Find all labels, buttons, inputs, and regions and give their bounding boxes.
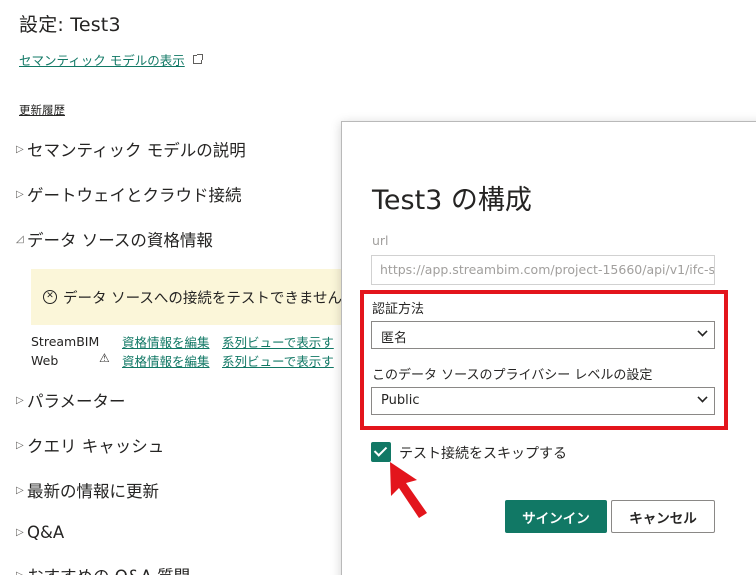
edit-credentials-link[interactable]: 資格情報を編集 bbox=[122, 351, 210, 370]
privacy-level-value: Public bbox=[381, 393, 420, 408]
red-arrow-annotation bbox=[390, 462, 427, 518]
section-label: データ ソースの資格情報 bbox=[27, 231, 213, 250]
section-featured-qna[interactable]: ▷ おすすめの Q&A 質問 bbox=[16, 563, 190, 575]
url-label: url bbox=[372, 233, 389, 248]
section-query-cache[interactable]: ▷ クエリ キャッシュ bbox=[16, 433, 164, 457]
section-qna[interactable]: ▷ Q&A bbox=[16, 523, 64, 542]
section-gateway-cloud-connections[interactable]: ▷ ゲートウェイとクラウド接続 bbox=[16, 182, 242, 206]
dismiss-circle-icon: ✕ bbox=[43, 290, 57, 304]
cancel-button[interactable]: キャンセル bbox=[611, 500, 715, 533]
caret-right-icon: ▷ bbox=[16, 439, 24, 451]
caret-right-icon: ▷ bbox=[16, 527, 24, 538]
external-link-icon bbox=[192, 54, 203, 64]
caret-right-icon: ▷ bbox=[16, 188, 24, 200]
caret-right-icon: ▷ bbox=[16, 394, 24, 406]
section-parameters[interactable]: ▷ パラメーター bbox=[16, 388, 126, 412]
view-lineage-link[interactable]: 系列ビューで表示す bbox=[222, 351, 334, 370]
view-lineage-link[interactable]: 系列ビューで表示す bbox=[222, 332, 334, 351]
view-semantic-model-link[interactable]: セマンティック モデルの表示 bbox=[19, 50, 203, 69]
sign-in-button[interactable]: サインイン bbox=[505, 500, 607, 533]
caret-right-icon: ▷ bbox=[16, 143, 24, 155]
chevron-down-icon bbox=[697, 392, 708, 403]
caret-right-icon: ▷ bbox=[16, 484, 24, 496]
connection-warning-banner: ✕ データ ソースへの接続をテストできませんで bbox=[31, 269, 356, 325]
dialog-title: Test3 の構成 bbox=[372, 185, 532, 216]
privacy-level-label: このデータ ソースのプライバシー レベルの設定 bbox=[372, 368, 653, 383]
section-semantic-model-description[interactable]: ▷ セマンティック モデルの説明 bbox=[16, 137, 246, 161]
datasource-name: StreamBIM bbox=[31, 334, 100, 349]
edit-credentials-link[interactable]: 資格情報を編集 bbox=[122, 332, 210, 351]
auth-method-label: 認証方法 bbox=[372, 302, 425, 317]
auth-method-select[interactable]: 匿名 bbox=[371, 321, 715, 349]
section-label: Q&A bbox=[27, 523, 65, 542]
section-label: セマンティック モデルの説明 bbox=[27, 141, 246, 160]
section-label: おすすめの Q&A 質問 bbox=[27, 563, 190, 575]
warning-icon: ⚠ bbox=[99, 351, 110, 365]
section-refresh[interactable]: ▷ 最新の情報に更新 bbox=[16, 478, 159, 502]
warning-text: データ ソースへの接続をテストできませんで bbox=[63, 290, 356, 307]
caret-down-icon: ◿ bbox=[16, 233, 24, 245]
section-label: パラメーター bbox=[27, 392, 126, 411]
section-datasource-credentials[interactable]: ◿ データ ソースの資格情報 bbox=[16, 227, 213, 251]
chevron-down-icon bbox=[697, 326, 708, 337]
datasource-name: Web bbox=[31, 353, 59, 368]
privacy-level-select[interactable]: Public bbox=[371, 387, 715, 415]
auth-method-value: 匿名 bbox=[381, 331, 408, 346]
section-label: クエリ キャッシュ bbox=[27, 437, 165, 456]
url-field[interactable]: https://app.streambim.com/project-15660/… bbox=[371, 255, 715, 285]
section-label: 最新の情報に更新 bbox=[27, 482, 159, 501]
refresh-history-link[interactable]: 更新履歴 bbox=[19, 102, 65, 118]
caret-right-icon: ▷ bbox=[16, 569, 24, 575]
section-label: ゲートウェイとクラウド接続 bbox=[27, 186, 242, 205]
view-semantic-model-label[interactable]: セマンティック モデルの表示 bbox=[19, 50, 185, 69]
page-title: 設定: Test3 bbox=[19, 14, 121, 36]
